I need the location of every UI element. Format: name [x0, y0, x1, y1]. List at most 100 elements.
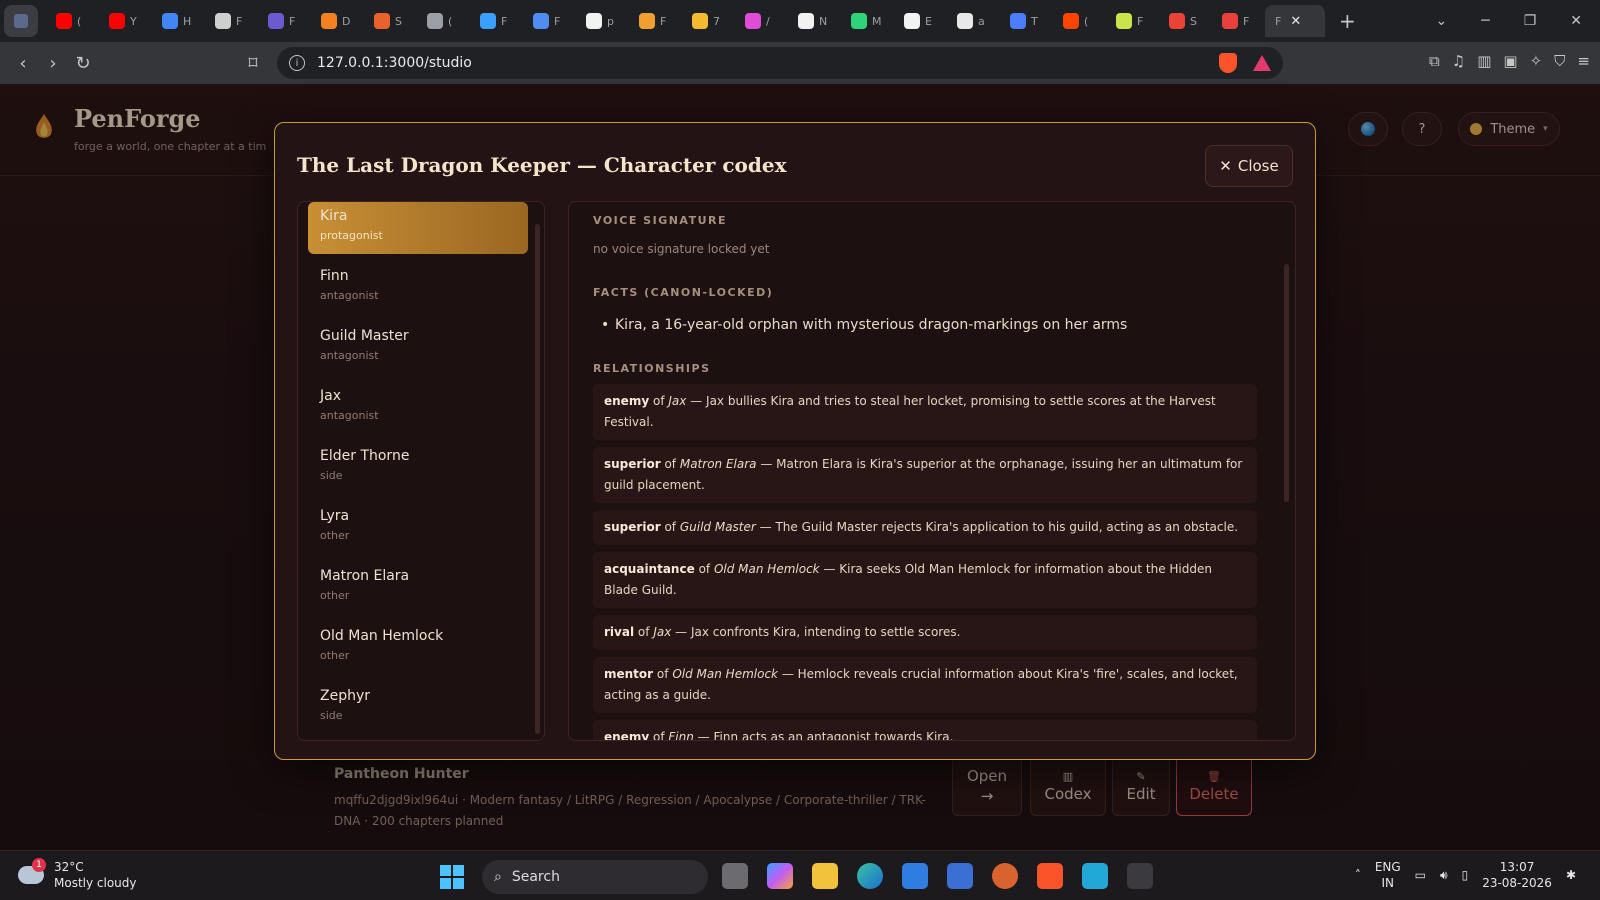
tab-title: Y: [130, 14, 137, 28]
omnibox-badges: [1219, 53, 1271, 73]
store-icon[interactable]: [947, 863, 973, 889]
browser-tab[interactable]: F: [470, 5, 523, 37]
notepad-icon[interactable]: [1082, 863, 1108, 889]
back-button[interactable]: ‹: [8, 53, 38, 74]
weather-widget[interactable]: 1 32°C Mostly cloudy: [18, 858, 137, 891]
tab-search-icon[interactable]: ⌄: [1436, 13, 1448, 29]
brave-shields-icon[interactable]: [1219, 53, 1237, 73]
browser-tab[interactable]: F: [205, 5, 258, 37]
sidebar-icon[interactable]: ▥: [1477, 52, 1491, 70]
network-icon[interactable]: ▭: [1415, 868, 1426, 882]
character-list-item[interactable]: Jax antagonist: [308, 382, 528, 434]
browser-tab[interactable]: /: [735, 5, 788, 37]
character-list-item[interactable]: Elder Thorne side: [308, 442, 528, 494]
relationship-of: of: [652, 730, 665, 741]
browser-tab[interactable]: M: [841, 5, 894, 37]
workspace-button[interactable]: [4, 5, 38, 37]
file-explorer-icon[interactable]: [812, 863, 838, 889]
menu-icon[interactable]: ≡: [1577, 52, 1590, 70]
clock[interactable]: 13:07 23-08-2026: [1482, 859, 1552, 891]
copilot-icon[interactable]: [767, 863, 793, 889]
browser-tab[interactable]: Y: [99, 5, 152, 37]
character-list-item[interactable]: Old Man Hemlock other: [308, 622, 528, 674]
edge-icon[interactable]: [857, 863, 883, 889]
url-text[interactable]: 127.0.0.1:3000/studio: [317, 55, 472, 71]
chevron-up-icon[interactable]: ˄: [1355, 868, 1361, 882]
search-label: Search: [511, 869, 560, 885]
workspace-icon: [14, 14, 28, 28]
claude-icon[interactable]: [992, 863, 1018, 889]
weather-condition: Mostly cloudy: [54, 876, 137, 890]
brave-rewards-icon[interactable]: [1253, 55, 1271, 71]
system-tray: ˄ ENG IN ▭ 🔊︎ ▯ 13:07 23-08-2026 ✱: [1355, 859, 1576, 891]
detail-scrollbar[interactable]: [1284, 264, 1289, 502]
browser-tab[interactable]: 7: [682, 5, 735, 37]
relationship-item: superior of Matron Elara — Matron Elara …: [593, 447, 1257, 503]
minimize-button[interactable]: ─: [1481, 13, 1489, 29]
browser-tab[interactable]: D: [311, 5, 364, 37]
tab-title: F: [289, 14, 296, 28]
character-list-item[interactable]: Matron Elara other: [308, 562, 528, 614]
tab-title: p: [607, 14, 614, 28]
language-indicator[interactable]: ENG IN: [1375, 859, 1401, 891]
relationship-target: Jax: [653, 625, 672, 639]
close-window-button[interactable]: ✕: [1570, 13, 1582, 29]
relationship-description: — The Guild Master rejects Kira's applic…: [759, 520, 1239, 534]
browser-tab[interactable]: S: [1159, 5, 1212, 37]
browser-tab[interactable]: F: [629, 5, 682, 37]
relationship-target: Old Man Hemlock: [713, 562, 820, 576]
character-list-item[interactable]: Zephyr side: [308, 682, 528, 734]
browser-tab[interactable]: F: [523, 5, 576, 37]
new-tab-button[interactable]: +: [1339, 9, 1356, 33]
address-bar[interactable]: i 127.0.0.1:3000/studio: [277, 47, 1283, 79]
browser-tab[interactable]: N: [788, 5, 841, 37]
bookmark-icon[interactable]: ⌑: [238, 53, 268, 74]
close-button[interactable]: ✕ Close: [1205, 145, 1293, 187]
tab-favicon-icon: [851, 13, 867, 29]
reload-button[interactable]: ↻: [68, 53, 98, 74]
volume-icon[interactable]: 🔊︎: [1440, 868, 1448, 883]
terminal-icon[interactable]: [1127, 863, 1153, 889]
outlook-icon[interactable]: [902, 863, 928, 889]
clock-time: 13:07: [1499, 860, 1535, 874]
browser-tab[interactable]: (: [1053, 5, 1106, 37]
character-list-item[interactable]: Kira protagonist: [308, 202, 528, 254]
browser-tab[interactable]: S: [364, 5, 417, 37]
relationship-target: Guild Master: [679, 520, 756, 534]
restore-button[interactable]: ❐: [1524, 13, 1537, 29]
browser-tab[interactable]: F: [1212, 5, 1265, 37]
brave-icon[interactable]: [1037, 863, 1063, 889]
character-list-item[interactable]: Guild Master antagonist: [308, 322, 528, 374]
media-icon[interactable]: ♫: [1452, 52, 1465, 70]
wallet-icon[interactable]: ▣: [1503, 52, 1517, 70]
relationship-target: Jax: [668, 394, 687, 408]
extensions-icon[interactable]: ⧉: [1429, 52, 1440, 70]
site-info-icon[interactable]: i: [289, 55, 305, 71]
tab-title: S: [395, 14, 402, 28]
character-list-item[interactable]: Lyra other: [308, 502, 528, 554]
task-view-icon[interactable]: [722, 863, 748, 889]
leo-ai-icon[interactable]: ✧: [1530, 52, 1543, 70]
active-browser-tab[interactable]: F ✕: [1265, 5, 1325, 37]
forward-button[interactable]: ›: [38, 53, 68, 74]
browser-tab[interactable]: (: [417, 5, 470, 37]
tab-favicon-icon: [639, 13, 655, 29]
taskbar-search[interactable]: ⌕ Search: [482, 860, 708, 894]
character-list-item[interactable]: Finn antagonist: [308, 262, 528, 314]
tab-close-icon[interactable]: ✕: [1290, 14, 1301, 29]
browser-tab[interactable]: H: [152, 5, 205, 37]
browser-tab[interactable]: E: [894, 5, 947, 37]
character-list-scrollbar[interactable]: [535, 224, 540, 734]
browser-tab[interactable]: T: [1000, 5, 1053, 37]
character-name: Jax: [320, 388, 341, 404]
notifications-icon[interactable]: ✱: [1566, 868, 1576, 882]
browser-tab[interactable]: F: [1106, 5, 1159, 37]
cloud-icon: 1: [18, 858, 46, 884]
start-button[interactable]: [440, 865, 464, 889]
vpn-icon[interactable]: ⛉: [1554, 52, 1565, 70]
browser-tab[interactable]: a: [947, 5, 1000, 37]
browser-tab[interactable]: p: [576, 5, 629, 37]
battery-icon[interactable]: ▯: [1462, 868, 1469, 882]
browser-tab[interactable]: (: [46, 5, 99, 37]
browser-tab[interactable]: F: [258, 5, 311, 37]
